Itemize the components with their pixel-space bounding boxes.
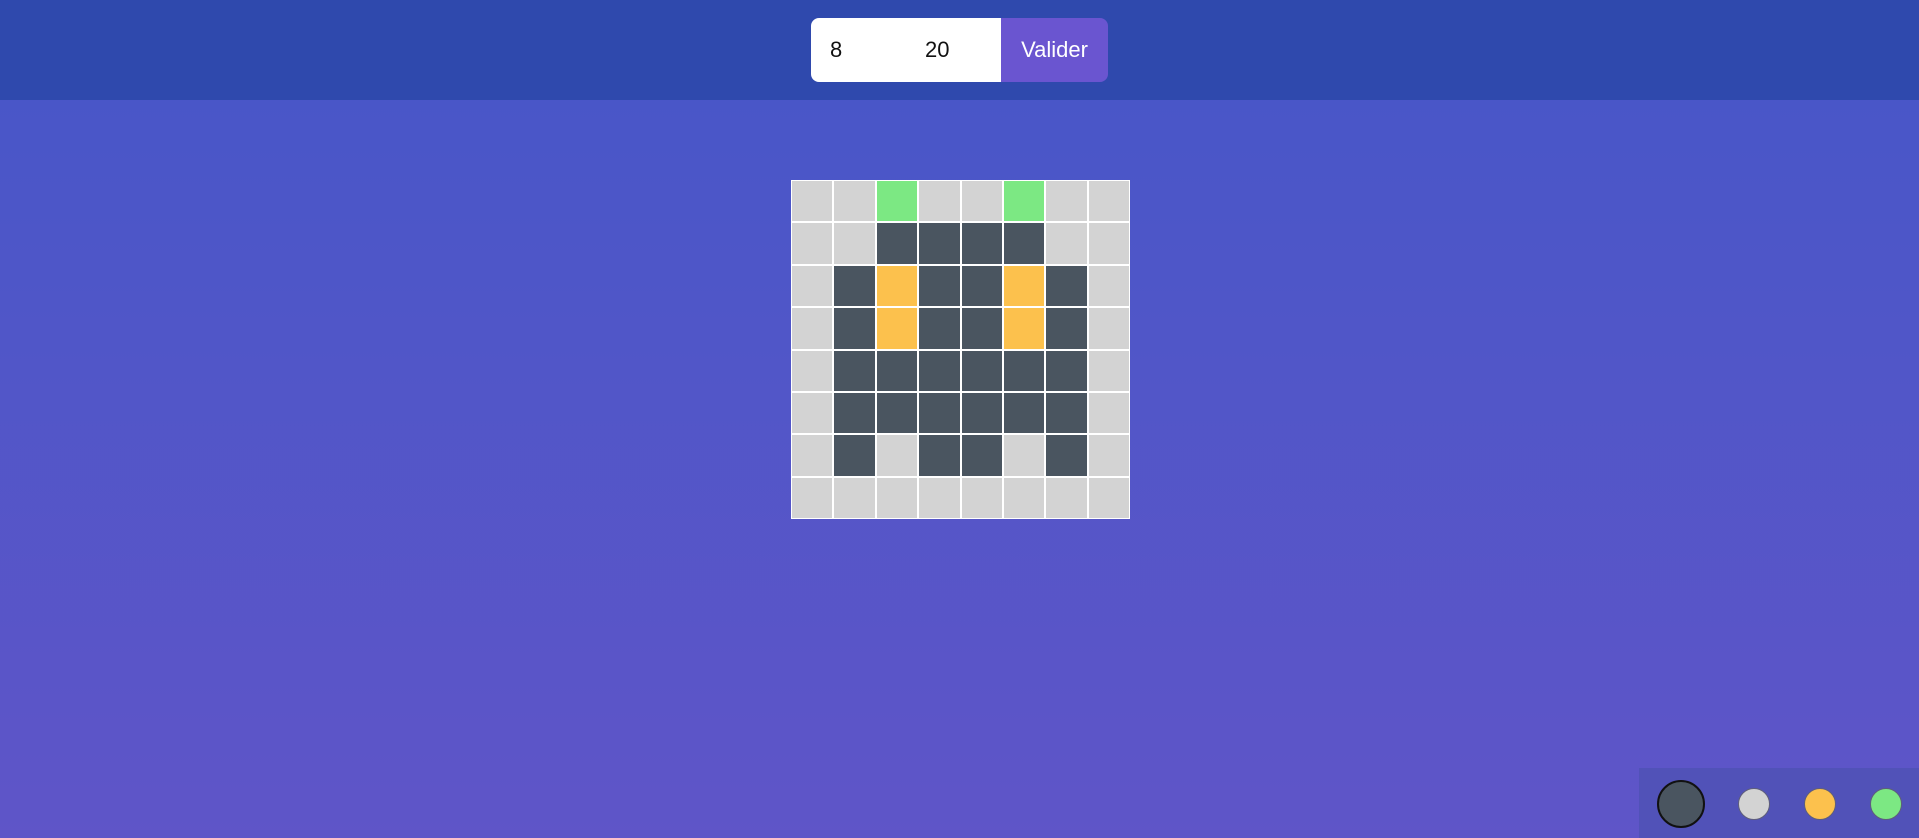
- grid-cell[interactable]: [1046, 392, 1087, 434]
- grid-cell[interactable]: [792, 477, 833, 518]
- grid-cell[interactable]: [919, 435, 960, 476]
- top-bar: Valider: [0, 0, 1919, 100]
- grid-cell[interactable]: [834, 477, 875, 518]
- grid-cell[interactable]: [834, 392, 875, 434]
- grid-cell[interactable]: [1046, 308, 1087, 349]
- grid-cell[interactable]: [792, 265, 833, 307]
- grid-cell[interactable]: [876, 181, 918, 222]
- grid-cell[interactable]: [834, 181, 875, 222]
- grid-cell[interactable]: [792, 350, 833, 391]
- grid-cell[interactable]: [834, 308, 875, 349]
- grid-cell[interactable]: [1003, 308, 1045, 349]
- pixel-size-input[interactable]: [906, 18, 1001, 82]
- color-swatch-light[interactable]: [1738, 788, 1770, 820]
- grid-cell[interactable]: [1003, 265, 1045, 307]
- grid-cell[interactable]: [1046, 181, 1087, 222]
- grid-cell[interactable]: [876, 435, 918, 476]
- grid-cell[interactable]: [961, 308, 1002, 349]
- color-swatch-dark[interactable]: [1657, 780, 1705, 828]
- validate-button[interactable]: Valider: [1001, 18, 1108, 82]
- pixel-grid: [791, 180, 1130, 519]
- grid-cell[interactable]: [876, 223, 918, 264]
- grid-cell[interactable]: [1088, 181, 1129, 222]
- grid-cell[interactable]: [961, 435, 1002, 476]
- grid-cell[interactable]: [1003, 350, 1045, 391]
- grid-cell[interactable]: [1088, 477, 1129, 518]
- color-swatch-green[interactable]: [1870, 788, 1902, 820]
- grid-cell[interactable]: [1088, 223, 1129, 264]
- grid-cell[interactable]: [961, 350, 1002, 391]
- grid-cell[interactable]: [919, 181, 960, 222]
- color-swatch-orange[interactable]: [1804, 788, 1836, 820]
- grid-cell[interactable]: [1046, 265, 1087, 307]
- grid-cell[interactable]: [1046, 223, 1087, 264]
- grid-cell[interactable]: [919, 223, 960, 264]
- grid-cell[interactable]: [961, 392, 1002, 434]
- grid-cell[interactable]: [876, 265, 918, 307]
- grid-cell[interactable]: [919, 477, 960, 518]
- grid-settings-form: Valider: [811, 18, 1108, 82]
- grid-cell[interactable]: [919, 392, 960, 434]
- grid-cell[interactable]: [834, 435, 875, 476]
- grid-cell[interactable]: [1003, 477, 1045, 518]
- grid-cell[interactable]: [1046, 350, 1087, 391]
- grid-cell[interactable]: [961, 181, 1002, 222]
- grid-cell[interactable]: [961, 223, 1002, 264]
- grid-cell[interactable]: [834, 223, 875, 264]
- grid-cell[interactable]: [1003, 435, 1045, 476]
- grid-cell[interactable]: [792, 181, 833, 222]
- grid-cell[interactable]: [876, 477, 918, 518]
- grid-cell[interactable]: [1003, 181, 1045, 222]
- grid-cell[interactable]: [919, 350, 960, 391]
- grid-cell[interactable]: [876, 392, 918, 434]
- grid-cell[interactable]: [919, 265, 960, 307]
- grid-cell[interactable]: [834, 350, 875, 391]
- grid-cell[interactable]: [1088, 265, 1129, 307]
- grid-cell[interactable]: [1088, 308, 1129, 349]
- grid-cell[interactable]: [834, 265, 875, 307]
- color-palette: [1639, 768, 1919, 838]
- grid-cell[interactable]: [1003, 392, 1045, 434]
- grid-cell[interactable]: [1046, 435, 1087, 476]
- grid-cell[interactable]: [1088, 350, 1129, 391]
- grid-cell[interactable]: [919, 308, 960, 349]
- grid-size-input[interactable]: [811, 18, 906, 82]
- grid-cell[interactable]: [876, 308, 918, 349]
- grid-cell[interactable]: [876, 350, 918, 391]
- grid-cell[interactable]: [961, 477, 1002, 518]
- grid-cell[interactable]: [961, 265, 1002, 307]
- grid-cell[interactable]: [1088, 435, 1129, 476]
- grid-cell[interactable]: [1088, 392, 1129, 434]
- grid-cell[interactable]: [792, 223, 833, 264]
- grid-cell[interactable]: [1046, 477, 1087, 518]
- grid-cell[interactable]: [792, 392, 833, 434]
- grid-cell[interactable]: [792, 435, 833, 476]
- grid-cell[interactable]: [1003, 223, 1045, 264]
- grid-cell[interactable]: [792, 308, 833, 349]
